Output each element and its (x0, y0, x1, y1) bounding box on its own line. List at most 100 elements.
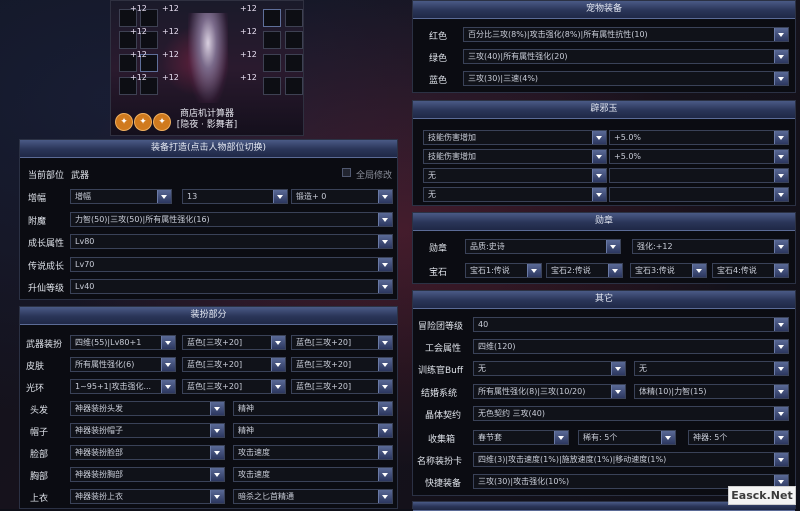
buff-icon[interactable]: ✦ (115, 113, 133, 131)
charm-value-select[interactable] (609, 168, 789, 183)
enchant-row: 附魔 力智(50)|三攻(50)|所有属性强化(16) (20, 210, 397, 230)
dress-row: 皮肤 所有属性强化(6) 蓝色[三攻+20] 蓝色[三攻+20] (20, 355, 397, 375)
plus-label: +12 (162, 73, 179, 82)
gem-select[interactable]: 宝石1:传说 (465, 263, 542, 278)
legend-growth-row: 传说成长 Lv70 (20, 255, 397, 275)
medal-enhance-select[interactable]: 强化:+12 (632, 239, 789, 254)
chevron-down-icon (608, 264, 622, 277)
gem-select[interactable]: 宝石4:传说 (712, 263, 789, 278)
charm-panel-title: 辟邪玉 (413, 101, 795, 119)
forge-select[interactable]: 锻造+ 0 (291, 189, 393, 204)
emblem-select[interactable]: 蓝色[三攻+20] (291, 335, 393, 350)
current-slot-label: 当前部位 (28, 171, 65, 181)
dress-panel-title: 装扮部分 (20, 307, 397, 325)
slot-magic-stone[interactable] (285, 54, 303, 72)
name-card-select[interactable]: 四维(3)|攻击速度(1%)|施放速度(1%)|移动速度(1%) (473, 452, 789, 467)
collection-artifact-select[interactable]: 神器: 5个 (688, 430, 789, 445)
medal-quality-select[interactable]: 品质:史诗 (465, 239, 621, 254)
slot-extra[interactable] (285, 77, 303, 95)
plus-label: +12 (130, 27, 147, 36)
dress-select[interactable]: 神器装扮脸部 (70, 445, 225, 460)
dress-attr-select[interactable]: 精神 (233, 423, 393, 438)
slot-support[interactable] (263, 54, 281, 72)
buff-icon[interactable]: ✦ (153, 113, 171, 131)
charm-select[interactable]: 无 (423, 168, 607, 183)
charm-select[interactable]: 无 (423, 187, 607, 202)
marriage-select[interactable]: 所有属性强化(8)|三攻(10/20) (473, 384, 626, 399)
emblem-select[interactable]: 蓝色[三攻+20] (291, 357, 393, 372)
legend-growth-select[interactable]: Lv70 (70, 257, 393, 272)
emblem-select[interactable]: 蓝色[三攻+20] (291, 379, 393, 394)
slot-bracelet[interactable] (263, 31, 281, 49)
dress-select[interactable]: 所有属性强化(6) (70, 357, 176, 372)
collection-rare-select[interactable]: 稀有: 5个 (578, 430, 676, 445)
chevron-down-icon (271, 358, 285, 371)
dress-panel: 装扮部分 武器装扮 四维(55)|Lv80+1 蓝色[三攻+20] 蓝色[三攻+… (19, 306, 398, 509)
charm-select[interactable]: 技能伤害增加 (423, 149, 607, 164)
row-label: 勋章 (429, 244, 448, 254)
chevron-down-icon (378, 336, 392, 349)
emblem-select[interactable]: 蓝色[三攻+20] (182, 335, 286, 350)
pet-green-select[interactable]: 三攻(40)|所有属性强化(20) (463, 49, 789, 64)
buff-icon[interactable]: ✦ (134, 113, 152, 131)
guild-attr-select[interactable]: 四维(120) (473, 339, 789, 354)
pet-red-select[interactable]: 百分比三攻(8%)|攻击强化(8%)|所有属性抗性(10) (463, 27, 789, 42)
other-panel: 其它 冒险团等级 40 工会属性 四维(120) 训练官Buff 无 无 结婚系… (412, 290, 796, 496)
crystal-contract-select[interactable]: 无色契约 三攻(40) (473, 406, 789, 421)
row-label: 升仙等级 (28, 284, 65, 294)
chevron-down-icon (774, 431, 788, 444)
all-modify-checkbox[interactable] (342, 168, 351, 177)
slot-ring[interactable] (285, 31, 303, 49)
chevron-down-icon (592, 188, 606, 201)
trainer-buff-select[interactable]: 无 (473, 361, 626, 376)
other-row: 晶体契约 无色契约 三攻(40) (413, 404, 795, 424)
charm-value-select[interactable] (609, 187, 789, 202)
trainer-buff-select[interactable]: 无 (634, 361, 789, 376)
dress-attr-select[interactable]: 攻击速度 (233, 445, 393, 460)
dress-attr-select[interactable]: 精神 (233, 401, 393, 416)
marriage-select[interactable]: 体精(10)|力智(15) (634, 384, 789, 399)
slot-skill-stone[interactable] (263, 9, 281, 27)
dress-attr-select[interactable]: 暗杀之匕首精通 (233, 489, 393, 504)
collection-select[interactable]: 春节套 (473, 430, 569, 445)
dress-select[interactable]: 神器装扮胸部 (70, 467, 225, 482)
charm-value-select[interactable]: +5.0% (609, 149, 789, 164)
dress-select[interactable]: 神器装扮头发 (70, 401, 225, 416)
plus-label: +12 (240, 4, 257, 13)
enhance-type-select[interactable]: 增幅 (70, 189, 172, 204)
emblem-select[interactable]: 蓝色[三攻+20] (182, 357, 286, 372)
adventure-level-select[interactable]: 40 (473, 317, 789, 332)
slot-earring[interactable] (263, 77, 281, 95)
row-label: 传说成长 (28, 262, 65, 272)
dress-select[interactable]: 四维(55)|Lv80+1 (70, 335, 176, 350)
dress-attr-select[interactable]: 攻击速度 (233, 467, 393, 482)
dress-select[interactable]: 1~95+1|攻击强化... (70, 379, 176, 394)
medal-panel-title: 勋章 (413, 213, 795, 231)
growth-select[interactable]: Lv80 (70, 234, 393, 249)
gem-select[interactable]: 宝石2:传说 (546, 263, 623, 278)
enchant-select[interactable]: 力智(50)|三攻(50)|所有属性强化(16) (70, 212, 393, 227)
chevron-down-icon (774, 169, 788, 182)
other-row: 冒险团等级 40 (413, 315, 795, 335)
chevron-down-icon (161, 358, 175, 371)
pet-blue-select[interactable]: 三攻(30)|三速(4%) (463, 71, 789, 86)
dress-select[interactable]: 神器装扮上衣 (70, 489, 225, 504)
gem-select[interactable]: 宝石3:传说 (630, 263, 707, 278)
plus-label: +12 (162, 4, 179, 13)
charm-select[interactable]: 技能伤害增加 (423, 130, 607, 145)
row-label: 收集箱 (428, 435, 456, 445)
emblem-select[interactable]: 蓝色[三攻+20] (182, 379, 286, 394)
ascend-select[interactable]: Lv40 (70, 279, 393, 294)
medal-row: 勋章 品质:史诗 强化:+12 (413, 237, 795, 257)
slot-necklace[interactable] (285, 9, 303, 27)
gem-row: 宝石 宝石1:传说 宝石2:传说 宝石3:传说 宝石4:传说 (413, 261, 795, 281)
dress-row: 帽子 神器装扮帽子 精神 (20, 421, 397, 441)
chevron-down-icon (161, 380, 175, 393)
dress-select[interactable]: 神器装扮帽子 (70, 423, 225, 438)
charm-value-select[interactable]: +5.0% (609, 130, 789, 145)
chevron-down-icon (774, 362, 788, 375)
enhance-level-select[interactable]: 13 (182, 189, 288, 204)
plus-label: +12 (130, 50, 147, 59)
dress-row: 光环 1~95+1|攻击强化... 蓝色[三攻+20] 蓝色[三攻+20] (20, 377, 397, 397)
chevron-down-icon (378, 468, 392, 481)
